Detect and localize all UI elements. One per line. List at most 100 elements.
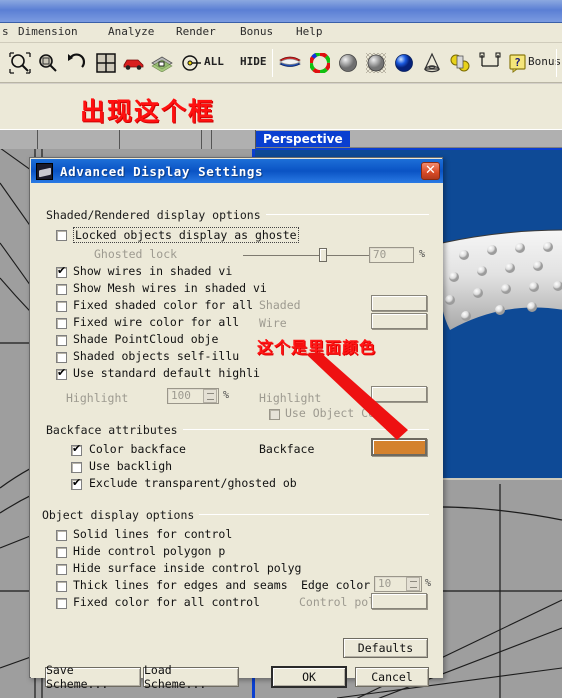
viewport-tab-4[interactable] — [202, 130, 212, 149]
toolbar: ALL HIDE ? Bonus — [0, 43, 562, 83]
label-color-backface: Color backface — [89, 442, 186, 456]
layers-icon[interactable] — [148, 49, 176, 77]
annotation-arrow — [306, 352, 408, 440]
swatch-shaded-color[interactable] — [371, 295, 427, 311]
swatch-wire-color[interactable] — [371, 313, 427, 329]
label-show-wires-shaded: Show wires in shaded vi — [73, 264, 233, 278]
ok-button[interactable]: OK — [271, 666, 347, 688]
label-locked-objects-ghosted: Locked objects display as ghoste — [73, 227, 299, 243]
label-shaded-color: Shaded — [259, 298, 301, 312]
checkbox-locked-objects-ghosted[interactable] — [56, 230, 67, 241]
label-shaded-self-illuminated: Shaded objects self-illu — [73, 349, 240, 363]
show-all-button[interactable]: ALL — [204, 55, 224, 68]
four-view-icon[interactable] — [92, 49, 120, 77]
dialog-app-icon — [36, 162, 53, 180]
gear-tools-icon[interactable] — [446, 49, 474, 77]
menu-item-bonus[interactable]: Bonus — [240, 25, 273, 38]
label-use-backlight: Use backligh — [89, 459, 173, 473]
edge-color-unit: % — [425, 578, 432, 589]
checkbox-exclude-transparent-ghosted[interactable] — [71, 476, 82, 490]
highlight-unit: % — [223, 390, 230, 401]
label-ghosted-lock: Ghosted lock — [94, 247, 178, 261]
dimension-icon[interactable] — [476, 49, 504, 77]
viewport-tab-2[interactable] — [38, 130, 120, 149]
viewport-tab-5[interactable] — [212, 130, 256, 149]
defaults-button[interactable]: Defaults — [343, 638, 428, 658]
label-wire-color: Wire — [259, 316, 287, 330]
menu-item-tools[interactable]: s — [2, 25, 9, 38]
hide-button[interactable]: HIDE — [240, 55, 267, 68]
label-thick-lines-edges-seams: Thick lines for edges and seams — [73, 578, 288, 592]
menu-item-render[interactable]: Render — [176, 25, 216, 38]
group-title-object: Object display options — [42, 508, 200, 522]
color-wheel-icon[interactable] — [306, 49, 334, 77]
checkbox-hide-control-polygon[interactable] — [56, 547, 67, 558]
checkbox-fixed-shaded-color[interactable] — [56, 301, 67, 312]
toolbar-separator — [272, 49, 273, 77]
checkbox-show-wires-shaded[interactable] — [56, 264, 67, 278]
highlight-spinner-arrows[interactable] — [203, 389, 217, 403]
point-light-icon[interactable] — [178, 49, 206, 77]
checkbox-hide-surface-inside-control-polygon[interactable] — [56, 564, 67, 575]
load-scheme-button[interactable]: Load Scheme... — [143, 663, 239, 691]
material-icon[interactable] — [276, 49, 304, 77]
blue-sphere-icon[interactable] — [390, 49, 418, 77]
transparent-sphere-icon[interactable] — [362, 49, 390, 77]
group-rule-shaded — [249, 214, 429, 215]
group-title-shaded: Shaded/Rendered display options — [46, 208, 266, 222]
label-hide-surface-inside-control-polygon: Hide surface inside control polyg — [73, 561, 302, 575]
menu-item-dimension[interactable]: Dimension — [18, 25, 78, 38]
toolbar-separator-end — [556, 49, 557, 77]
ghosted-lock-slider-thumb[interactable] — [319, 248, 327, 262]
checkbox-color-backface[interactable] — [71, 442, 82, 456]
group-title-backface: Backface attributes — [46, 423, 183, 437]
car-icon[interactable] — [120, 49, 148, 77]
menu-item-help[interactable]: Help — [296, 25, 323, 38]
label-show-mesh-wires-shaded: Show Mesh wires in shaded vi — [73, 281, 267, 295]
checkbox-shaded-self-illuminated[interactable] — [56, 352, 67, 363]
label-solid-lines-control: Solid lines for control — [73, 527, 233, 541]
close-icon[interactable]: ✕ — [421, 162, 440, 180]
checkbox-thick-lines-edges-seams[interactable] — [56, 581, 67, 592]
checkbox-use-standard-highlight[interactable] — [56, 366, 67, 380]
menu-item-analyze[interactable]: Analyze — [108, 25, 154, 38]
checkbox-shade-pointcloud[interactable] — [56, 335, 67, 346]
checkbox-solid-lines-control[interactable] — [56, 530, 67, 541]
label-edge-color: Edge color — [301, 578, 371, 592]
group-rule-object — [181, 514, 429, 515]
label-fixed-shaded-color: Fixed shaded color for all — [73, 298, 254, 312]
ghosted-lock-unit: % — [419, 249, 426, 260]
label-fixed-color-all-control: Fixed color for all control — [73, 595, 260, 609]
undo-view-icon[interactable] — [62, 49, 90, 77]
cone-icon[interactable] — [418, 49, 446, 77]
highlight-value-spinner[interactable]: 100 — [167, 388, 219, 404]
application-titlebar — [0, 0, 562, 23]
checkbox-fixed-color-all-control[interactable] — [56, 598, 67, 609]
menubar: s Dimension Analyze Render Bonus Help — [0, 23, 562, 43]
zoom-window-icon[interactable] — [6, 49, 34, 77]
edge-spinner-arrows[interactable] — [406, 577, 420, 591]
label-exclude-transparent-ghosted: Exclude transparent/ghosted ob — [89, 476, 297, 490]
swatch-control-polygon-color[interactable] — [371, 593, 427, 609]
ghosted-lock-value[interactable]: 70 — [369, 247, 414, 263]
gray-sphere-icon[interactable] — [334, 49, 362, 77]
zoom-selected-icon[interactable] — [34, 49, 62, 77]
label-shade-pointcloud: Shade PointCloud obje — [73, 332, 219, 346]
label-hide-control-polygon: Hide control polygon p — [73, 544, 226, 558]
edge-color-value-spinner[interactable]: 10 — [374, 576, 422, 592]
checkbox-use-backlight[interactable] — [71, 462, 82, 473]
label-use-standard-highlight: Use standard default highli — [73, 366, 260, 380]
checkbox-use-object-color[interactable] — [269, 409, 280, 420]
annotation-top-text: 出现这个框 — [80, 97, 216, 126]
checkbox-fixed-wire-color[interactable] — [56, 318, 67, 329]
label-highlight-left: Highlight — [66, 391, 129, 405]
dialog-titlebar[interactable]: Advanced Display Settings ✕ — [31, 159, 443, 183]
save-scheme-button[interactable]: Save Scheme... — [45, 663, 141, 691]
dialog-title: Advanced Display Settings — [60, 163, 264, 179]
viewport-tab-1[interactable] — [0, 130, 38, 149]
viewport-tab-3[interactable] — [120, 130, 202, 149]
cancel-button[interactable]: Cancel — [355, 667, 429, 687]
svg-text:?: ? — [514, 56, 521, 69]
checkbox-show-mesh-wires-shaded[interactable] — [56, 284, 67, 295]
viewport-tab-perspective[interactable]: Perspective — [256, 131, 350, 147]
